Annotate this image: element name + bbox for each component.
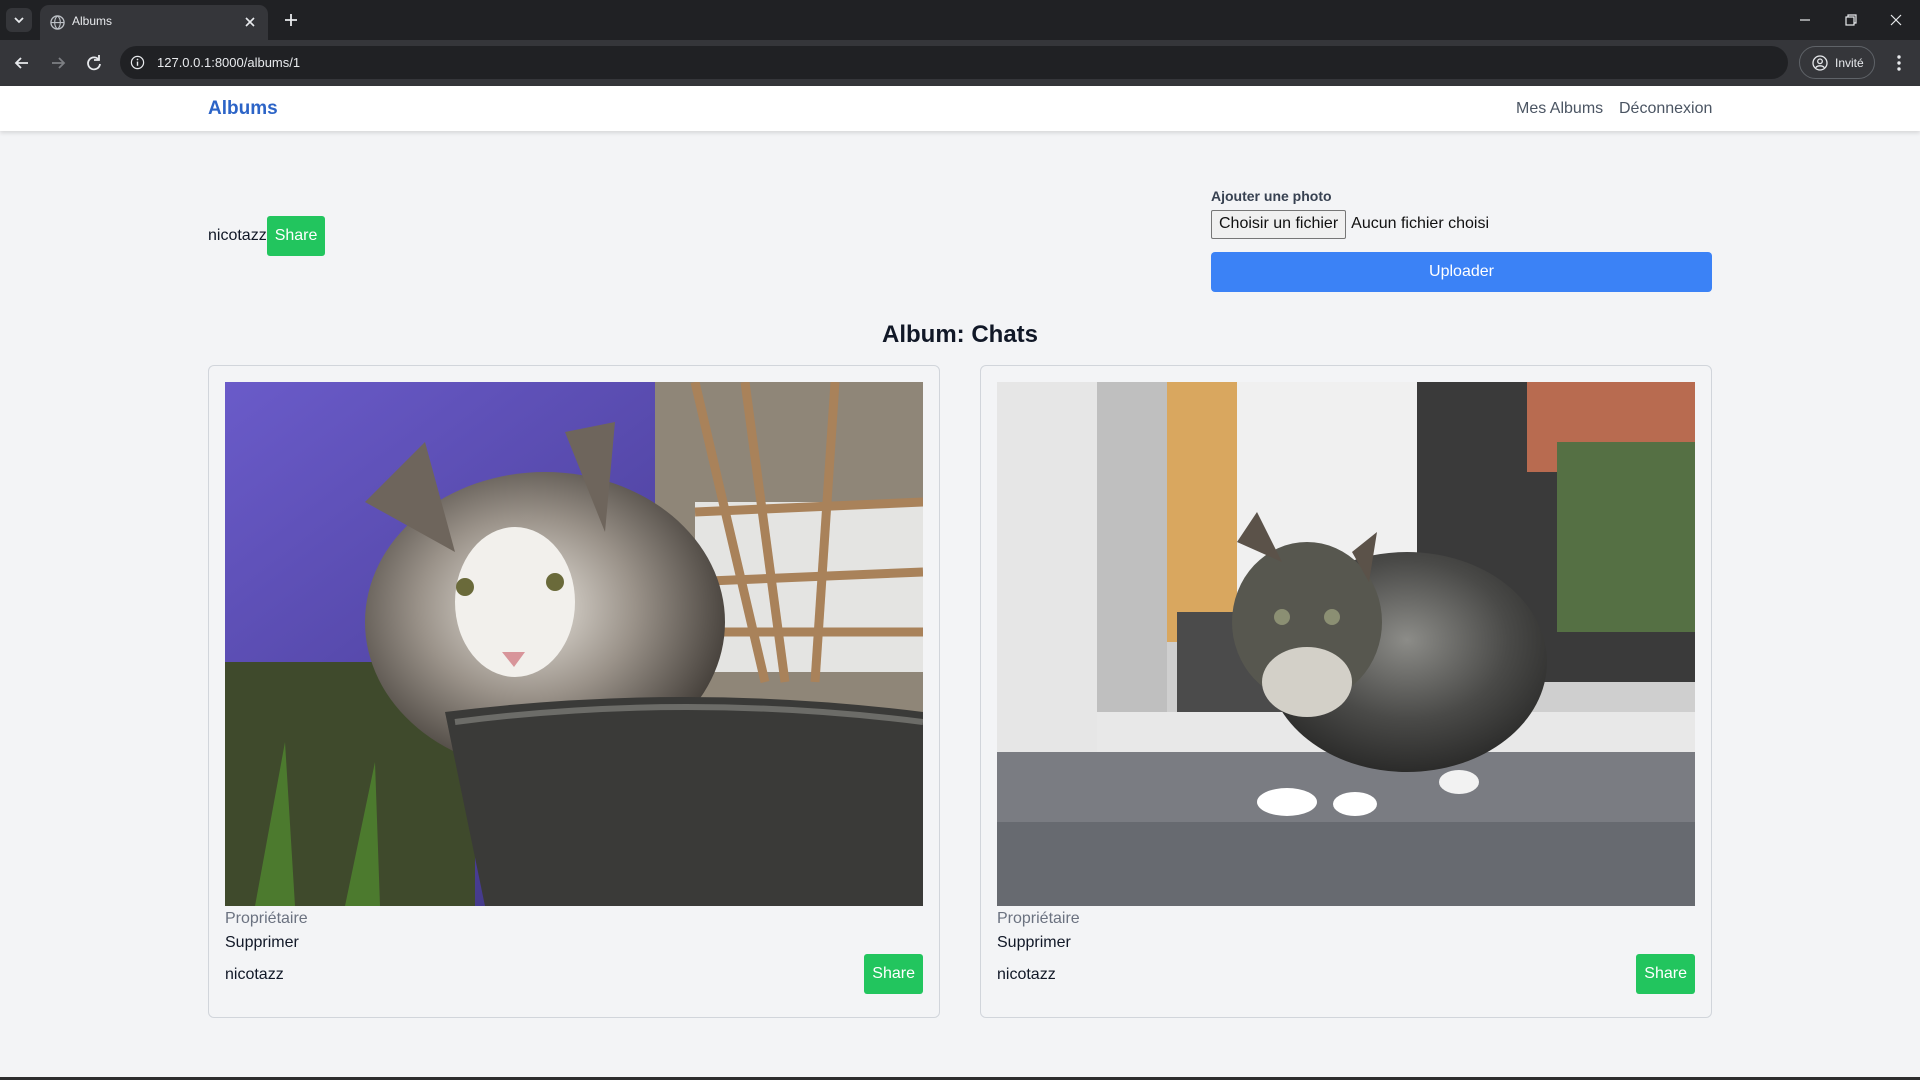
photo-card: Propriétaire Supprimer nicotazz Share (208, 365, 940, 1018)
photo-share-button[interactable]: Share (864, 954, 923, 994)
browser-toolbar: 127.0.0.1:8000/albums/1 Invité (0, 40, 1920, 86)
restore-icon[interactable] (1841, 10, 1861, 30)
photo-username: nicotazz (997, 966, 1056, 983)
file-input: Choisir un fichier Aucun fichier choisi (1211, 209, 1712, 239)
close-icon[interactable] (242, 14, 258, 30)
upload-form: Ajouter une photo Choisir un fichier Auc… (1211, 188, 1712, 292)
upload-label: Ajouter une photo (1211, 188, 1332, 204)
choose-file-button[interactable]: Choisir un fichier (1211, 209, 1347, 239)
user-circle-icon (1812, 55, 1828, 71)
address-bar[interactable]: 127.0.0.1:8000/albums/1 (120, 46, 1788, 79)
delete-link[interactable]: Supprimer (225, 934, 299, 952)
album-owner-row: nicotazz Share (208, 216, 326, 256)
photo-username: nicotazz (225, 966, 284, 983)
delete-link[interactable]: Supprimer (997, 934, 1071, 952)
profile-button[interactable]: Invité (1799, 46, 1875, 79)
globe-icon (50, 15, 65, 30)
album-title: Album: Chats (882, 321, 1038, 348)
photo-card: Propriétaire Supprimer nicotazz Share (980, 365, 1712, 1018)
info-icon[interactable] (130, 55, 145, 70)
browser-tab[interactable]: Albums (40, 5, 268, 40)
brand-link[interactable]: Albums (208, 98, 278, 120)
reload-icon[interactable] (83, 52, 105, 74)
back-arrow-icon[interactable] (11, 52, 33, 74)
site-navbar: Albums Mes Albums Déconnexion (0, 86, 1920, 131)
nav-link-deconnexion[interactable]: Déconnexion (1619, 100, 1712, 118)
upload-button[interactable]: Uploader (1211, 252, 1712, 292)
photo-image (997, 382, 1695, 906)
photo-image (225, 382, 923, 906)
more-vert-icon[interactable] (1888, 52, 1910, 74)
page-content: Albums Mes Albums Déconnexion nicotazz S… (0, 86, 1920, 1080)
browser-tab-bar: Albums (0, 0, 1920, 40)
url-text: 127.0.0.1:8000/albums/1 (157, 55, 301, 70)
photo-share-button[interactable]: Share (1636, 954, 1695, 994)
profile-label: Invité (1835, 56, 1864, 70)
plus-icon[interactable] (282, 11, 300, 29)
forward-arrow-icon[interactable] (47, 52, 69, 74)
minimize-icon[interactable] (1795, 10, 1815, 30)
album-share-button[interactable]: Share (266, 216, 326, 256)
tab-search-button[interactable] (6, 8, 32, 32)
window-close-icon[interactable] (1886, 10, 1906, 30)
album-owner-name: nicotazz (208, 227, 267, 244)
tab-title: Albums (72, 14, 113, 28)
photo-owner-label: Propriétaire (225, 910, 308, 927)
photo-owner-label: Propriétaire (997, 910, 1080, 927)
chevron-down-icon (14, 17, 24, 24)
file-status-text: Aucun fichier choisi (1351, 215, 1489, 232)
nav-link-mes-albums[interactable]: Mes Albums (1516, 100, 1603, 118)
